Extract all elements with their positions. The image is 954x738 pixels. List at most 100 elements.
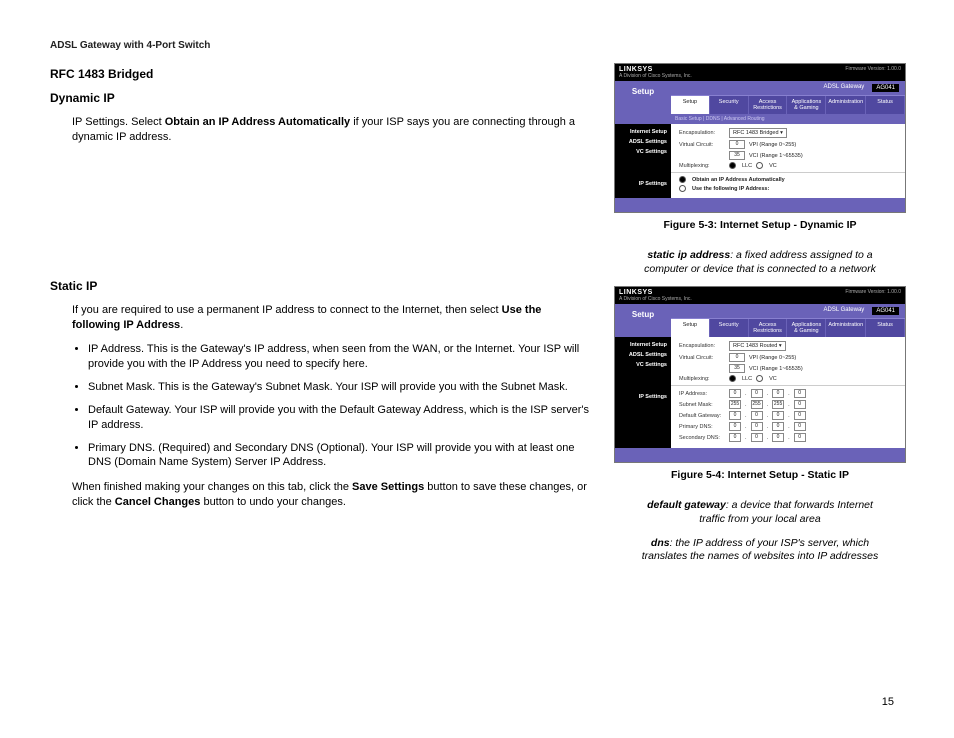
input-pd2[interactable]: 0	[751, 422, 763, 431]
def-term: default gateway	[647, 499, 726, 511]
input-sd1[interactable]: 0	[729, 433, 741, 442]
input-sm3[interactable]: 255	[772, 400, 784, 409]
heading-rfc: RFC 1483 Bridged	[50, 67, 590, 81]
para-static-intro: If you are required to use a permanent I…	[50, 303, 590, 333]
static-ip-list: IP Address. This is the Gateway's IP add…	[50, 342, 590, 470]
text: When finished making your changes on thi…	[72, 481, 352, 493]
input-sd3[interactable]: 0	[772, 433, 784, 442]
tab-admin[interactable]: Administration	[826, 96, 866, 114]
product-title: ADSL Gateway	[824, 84, 865, 92]
para-ip-settings: IP Settings. Select Obtain an IP Address…	[50, 115, 590, 145]
tab-apps[interactable]: Applications & Gaming	[787, 96, 826, 114]
bold-cancel: Cancel Changes	[115, 496, 201, 508]
label-ip: IP Address:	[679, 391, 725, 397]
label-vc: Virtual Circuit:	[679, 355, 725, 361]
radio-obtain[interactable]	[679, 176, 686, 183]
tab-access[interactable]: Access Restrictions	[749, 319, 788, 337]
text: If you are required to use a permanent I…	[72, 304, 502, 316]
radio-llc[interactable]	[729, 375, 736, 382]
list-item: IP Address. This is the Gateway's IP add…	[88, 342, 590, 372]
input-gw2[interactable]: 0	[751, 411, 763, 420]
side-label-setup: Setup	[615, 81, 671, 124]
tab-security[interactable]: Security	[710, 96, 749, 114]
text: .	[180, 319, 183, 331]
note-vpi: VPI (Range 0~255)	[749, 355, 796, 361]
brand-sub: A Division of Cisco Systems, Inc.	[619, 73, 692, 79]
input-pd1[interactable]: 0	[729, 422, 741, 431]
tab-setup[interactable]: Setup	[671, 319, 710, 337]
radio-usefollowing[interactable]	[679, 185, 686, 192]
tab-access[interactable]: Access Restrictions	[749, 96, 788, 114]
bold-obtain: Obtain an IP Address Automatically	[165, 116, 350, 128]
tab-admin[interactable]: Administration	[826, 319, 866, 337]
select-encap[interactable]: RFC 1483 Routed ▾	[729, 341, 786, 351]
right-column: LINKSYS A Division of Cisco Systems, Inc…	[614, 63, 906, 574]
input-pd3[interactable]: 0	[772, 422, 784, 431]
radio-vc[interactable]	[756, 162, 763, 169]
label-encap: Encapsulation:	[679, 130, 725, 136]
nav-item: VC Settings	[619, 148, 667, 158]
tab-apps[interactable]: Applications & Gaming	[787, 319, 826, 337]
definition-static-ip: static ip address: a fixed address assig…	[634, 249, 886, 276]
radio-vc[interactable]	[756, 375, 763, 382]
label-subnet: Subnet Mask:	[679, 402, 725, 408]
input-ip4[interactable]: 0	[794, 389, 806, 398]
tab-status[interactable]: Status	[866, 319, 905, 337]
bold-save: Save Settings	[352, 481, 424, 493]
tab-setup[interactable]: Setup	[671, 96, 710, 114]
input-vpi[interactable]: 0	[729, 140, 745, 149]
input-pd4[interactable]: 0	[794, 422, 806, 431]
firmware-text: Firmware Version: 1.00.0	[845, 66, 901, 79]
input-sm2[interactable]: 255	[751, 400, 763, 409]
figure-5-4: LINKSYS A Division of Cisco Systems, Inc…	[614, 286, 906, 481]
input-sm1[interactable]: 255	[729, 400, 741, 409]
label-mux: Multiplexing:	[679, 163, 725, 169]
nav-item: IP Settings	[619, 180, 667, 190]
def-term: dns	[651, 537, 670, 549]
doc-header: ADSL Gateway with 4-Port Switch	[50, 40, 904, 51]
input-gw1[interactable]: 0	[729, 411, 741, 420]
input-vci[interactable]: 35	[729, 364, 745, 373]
input-ip1[interactable]: 0	[729, 389, 741, 398]
label-usefollowing: Use the following IP Address:	[692, 186, 769, 192]
input-sd2[interactable]: 0	[751, 433, 763, 442]
input-vpi[interactable]: 0	[729, 353, 745, 362]
nav-item: Internet Setup	[619, 128, 667, 138]
input-gw4[interactable]: 0	[794, 411, 806, 420]
definition-dns: dns: the IP address of your ISP's server…	[634, 537, 886, 564]
nav-item: ADSL Settings	[619, 138, 667, 148]
input-ip3[interactable]: 0	[772, 389, 784, 398]
label-mux: Multiplexing:	[679, 376, 725, 382]
definition-default-gateway: default gateway: a device that forwards …	[634, 499, 886, 526]
input-gw3[interactable]: 0	[772, 411, 784, 420]
input-sd4[interactable]: 0	[794, 433, 806, 442]
note-vci: VCI (Range 1~65535)	[749, 153, 803, 159]
input-sm4[interactable]: 0	[794, 400, 806, 409]
def-term: static ip address	[647, 249, 730, 261]
nav-item: IP Settings	[619, 393, 667, 403]
label-encap: Encapsulation:	[679, 343, 725, 349]
label-pdns: Primary DNS:	[679, 424, 725, 430]
screenshot-static-ip: LINKSYS A Division of Cisco Systems, Inc…	[614, 286, 906, 463]
inner-left-nav: Internet Setup ADSL Settings VC Settings…	[615, 337, 671, 448]
heading-dynamic-ip: Dynamic IP	[50, 91, 590, 105]
list-item: Subnet Mask. This is the Gateway's Subne…	[88, 380, 590, 395]
list-item: Default Gateway. Your ISP will provide y…	[88, 403, 590, 433]
left-column: RFC 1483 Bridged Dynamic IP IP Settings.…	[50, 63, 590, 574]
para-save-cancel: When finished making your changes on thi…	[50, 480, 590, 510]
nav-item: ADSL Settings	[619, 351, 667, 361]
select-encap[interactable]: RFC 1483 Bridged ▾	[729, 128, 787, 138]
firmware-text: Firmware Version: 1.00.0	[845, 289, 901, 302]
input-ip2[interactable]: 0	[751, 389, 763, 398]
tab-status[interactable]: Status	[866, 96, 905, 114]
heading-static-ip: Static IP	[50, 279, 590, 293]
label-llc: LLC	[742, 163, 752, 169]
figure-caption: Figure 5-4: Internet Setup - Static IP	[614, 469, 906, 481]
figure-5-3: LINKSYS A Division of Cisco Systems, Inc…	[614, 63, 906, 231]
label-gw: Default Gateway:	[679, 413, 725, 419]
product-model: AG041	[872, 307, 899, 315]
radio-llc[interactable]	[729, 162, 736, 169]
tab-security[interactable]: Security	[710, 319, 749, 337]
input-vci[interactable]: 35	[729, 151, 745, 160]
page-number: 15	[882, 696, 894, 708]
